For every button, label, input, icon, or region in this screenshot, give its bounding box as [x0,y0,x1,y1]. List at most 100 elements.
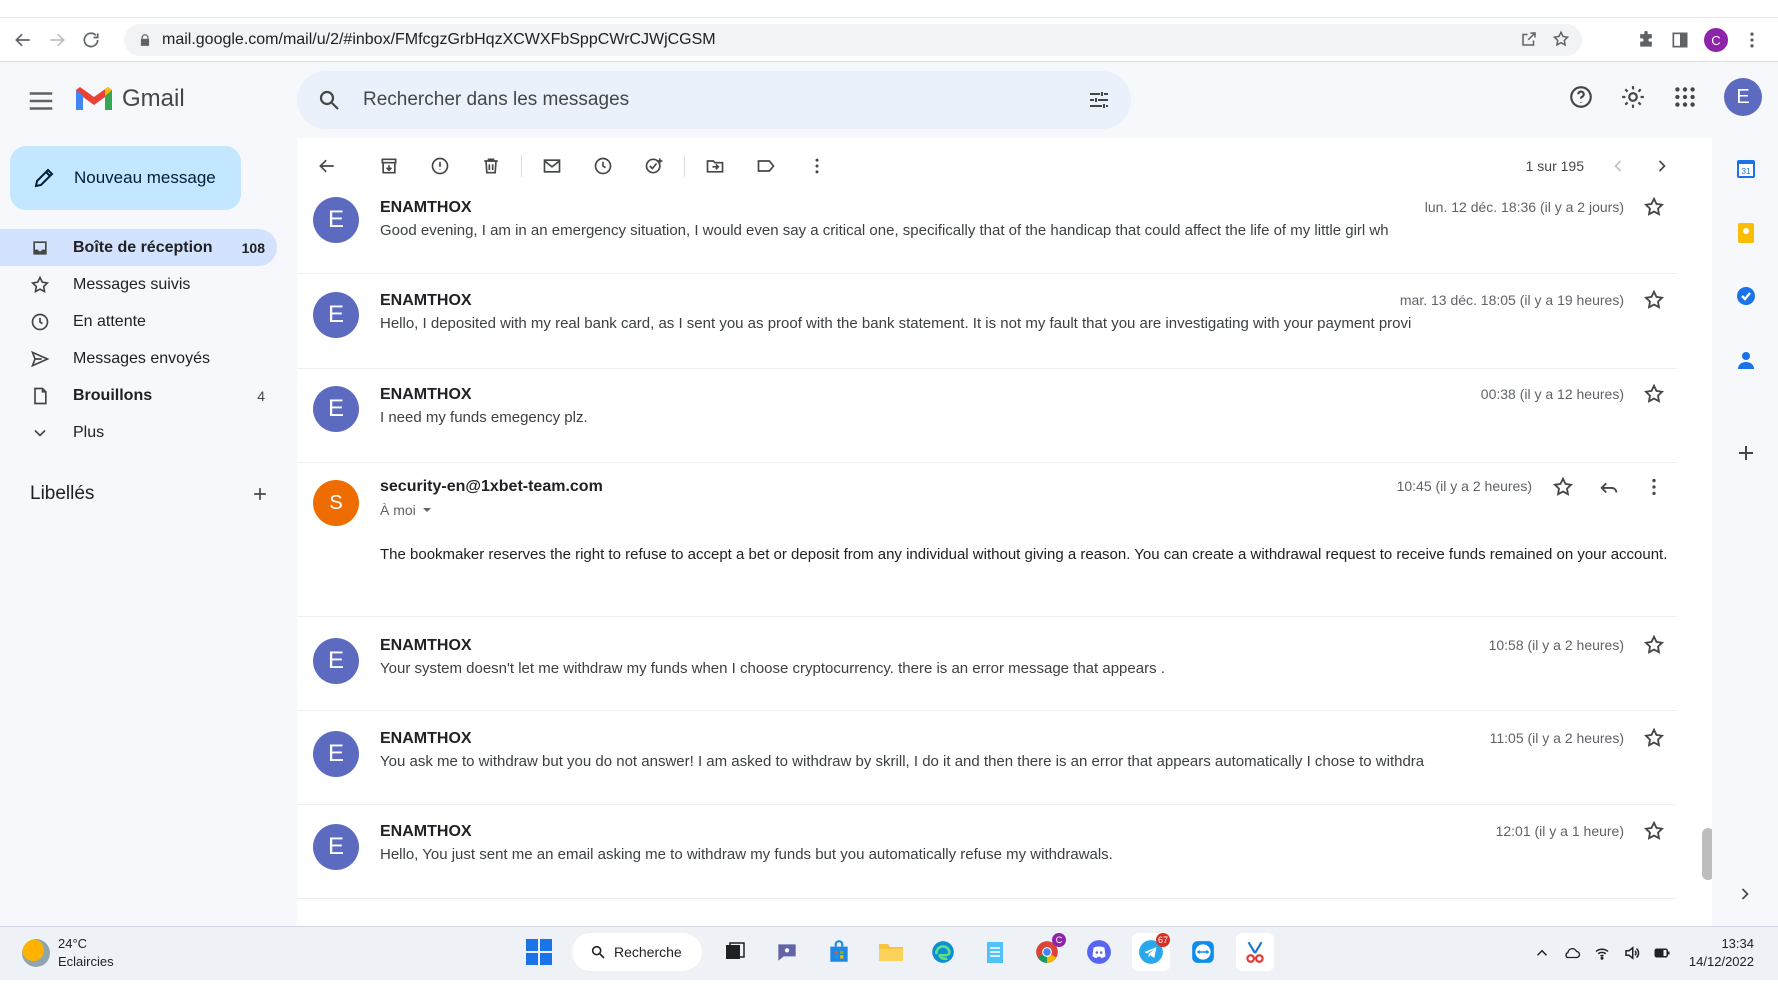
notepad-icon[interactable] [976,933,1014,971]
star-icon[interactable] [1643,383,1665,405]
label-icon[interactable] [746,146,786,186]
forward-icon[interactable] [40,23,74,57]
bookmark-star-icon[interactable] [1552,30,1570,48]
sender-name: ENAMTHOX [380,199,472,216]
battery-icon[interactable] [1653,944,1671,962]
browser-menu-icon[interactable] [1742,30,1762,50]
star-icon[interactable] [1643,289,1665,311]
windows-start-icon[interactable] [520,933,558,971]
collapsed-message[interactable]: E ENAMTHOX Your system doesn't let me wi… [297,618,1677,711]
contacts-icon[interactable] [1734,348,1758,372]
sidebar-item-starred[interactable]: Messages suivis [0,266,277,303]
tasks-icon[interactable] [1734,284,1758,308]
conversation-thread: E ENAMTHOX Good evening, I am in an emer… [297,194,1678,909]
inbox-icon [33,240,47,255]
sidebar-item-more[interactable]: Plus [0,414,277,451]
wifi-icon[interactable] [1593,944,1611,962]
side-panel-icon[interactable] [1670,30,1690,50]
inbox-count: 108 [241,239,265,256]
edge-browser-icon[interactable] [924,933,962,971]
more-actions-icon[interactable] [797,146,837,186]
report-spam-icon[interactable] [420,146,460,186]
calendar-icon[interactable]: 31 [1734,157,1758,181]
teamviewer-icon[interactable] [1184,933,1222,971]
message-more-icon[interactable] [1643,476,1665,498]
clock-date: 14/12/2022 [1688,954,1754,969]
settings-gear-icon[interactable] [1620,84,1646,110]
account-avatar[interactable]: E [1724,78,1762,116]
sidebar-item-inbox[interactable]: Boîte de réception 108 [0,229,277,266]
sidebar-item-sent[interactable]: Messages envoyés [0,340,277,377]
main-menu-icon[interactable] [26,86,56,116]
snipping-tool-icon[interactable] [1236,933,1274,971]
mark-unread-icon[interactable] [532,146,572,186]
pencil-icon [34,168,54,188]
collapsed-message[interactable]: E ENAMTHOX Good evening, I am in an emer… [297,194,1677,274]
address-bar[interactable]: mail.google.com/mail/u/2/#inbox/FMfcgzGr… [124,24,1582,56]
recipient-dropdown[interactable]: À moi [380,502,432,518]
onedrive-cloud-icon[interactable] [1563,944,1581,962]
sidebar-item-snoozed[interactable]: En attente [0,303,277,340]
snooze-icon[interactable] [583,146,623,186]
sidebar-item-label: Brouillons [73,386,153,404]
chrome-profile-badge: C [1052,933,1066,947]
hide-side-panel-icon[interactable] [1735,884,1755,904]
back-to-inbox-icon[interactable] [307,146,347,186]
keep-icon[interactable] [1734,221,1758,245]
sender-avatar: E [313,731,359,777]
extensions-icon[interactable] [1636,30,1656,50]
collapsed-message[interactable]: E ENAMTHOX I need my funds emegency plz.… [297,370,1677,463]
microsoft-store-icon[interactable] [820,933,858,971]
delete-icon[interactable] [471,146,511,186]
message-date: lun. 12 déc. 18:36 (il y a 2 jours) [1424,199,1624,215]
collapsed-message[interactable]: E ENAMTHOX Hello, You just sent me an em… [297,806,1677,899]
add-label-icon[interactable] [250,484,270,504]
newer-chevron-icon[interactable] [1608,156,1628,176]
chrome-icon[interactable]: C [1028,933,1066,971]
browser-profile-avatar[interactable]: C [1704,28,1728,52]
telegram-icon[interactable]: 67 [1132,933,1170,971]
file-explorer-icon[interactable] [872,933,910,971]
search-icon[interactable] [317,88,341,112]
share-icon[interactable] [1520,30,1538,48]
taskbar-search[interactable]: Recherche [572,933,702,971]
teams-chat-icon[interactable] [768,933,806,971]
sender-name: ENAMTHOX [380,730,472,747]
star-icon[interactable] [1643,727,1665,749]
add-to-tasks-icon[interactable] [634,146,674,186]
collapsed-message[interactable]: E ENAMTHOX Hello, I deposited with my re… [297,275,1677,369]
star-icon[interactable] [1643,196,1665,218]
older-chevron-icon[interactable] [1652,156,1672,176]
get-addons-icon[interactable] [1734,441,1758,465]
taskbar-clock[interactable]: 13:34 14/12/2022 [1689,935,1754,971]
google-apps-icon[interactable] [1672,84,1698,110]
pager-text: 1 sur 195 [1525,158,1584,174]
sender-name: ENAMTHOX [380,292,472,309]
archive-icon[interactable] [369,146,409,186]
labels-title: Libellés [30,483,95,504]
sender-email[interactable]: security-en@1xbet-team.com [380,478,603,496]
collapsed-message[interactable]: E ENAMTHOX You ask me to withdraw but yo… [297,712,1677,805]
lock-icon [140,34,150,46]
back-icon[interactable] [6,23,40,57]
reload-icon[interactable] [74,23,108,57]
gmail-logo[interactable]: Gmail [74,84,185,114]
search-options-icon[interactable] [1087,88,1111,112]
weather-widget[interactable]: 24°C Eclaircies [22,935,114,971]
task-view-icon[interactable] [716,933,754,971]
star-icon[interactable] [1643,634,1665,656]
search-input[interactable]: Rechercher dans les messages [297,71,1131,129]
compose-button[interactable]: Nouveau message [10,146,241,210]
reply-icon[interactable] [1598,476,1620,498]
message-date: 12:01 (il y a 1 heure) [1495,823,1624,839]
star-icon[interactable] [1643,820,1665,842]
screen-bottom-strip [0,980,1778,1000]
discord-icon[interactable] [1080,933,1118,971]
sidebar-item-drafts[interactable]: Brouillons 4 [0,377,277,414]
help-icon[interactable] [1568,84,1594,110]
move-to-icon[interactable] [695,146,735,186]
volume-icon[interactable] [1623,944,1641,962]
star-icon[interactable] [1552,476,1574,498]
sidebar-item-label: Boîte de réception [73,238,213,256]
chevron-up-icon[interactable] [1533,944,1551,962]
